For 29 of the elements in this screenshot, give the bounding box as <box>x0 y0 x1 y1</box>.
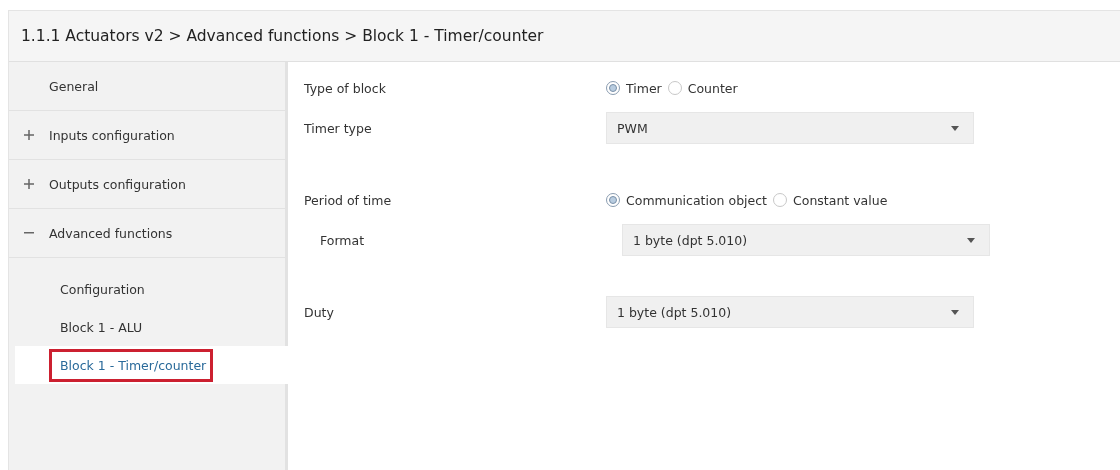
dropdown[interactable]: 1 byte (dpt 5.010) <box>622 224 990 256</box>
dropdown[interactable]: PWM <box>606 112 974 144</box>
sidebar-subitem[interactable]: Configuration <box>9 270 285 308</box>
radio-button[interactable] <box>667 81 682 95</box>
field-label: Timer type <box>304 120 373 136</box>
dropdown-caret-icon <box>967 237 975 243</box>
field-label: Format <box>319 232 366 248</box>
sidebar-item[interactable]: General <box>9 62 285 111</box>
field-label: Period of time <box>304 192 393 208</box>
radio-option[interactable]: Communication object <box>606 192 767 208</box>
breadcrumb: 1.1.1 Actuators v2 > Advanced functions > Block 1 - Timer/counter <box>21 27 544 45</box>
radio-button[interactable] <box>606 81 620 95</box>
dropdown-caret-icon <box>951 309 959 315</box>
radio-option[interactable]: Constant value <box>773 192 888 208</box>
radio-option[interactable]: Counter <box>667 80 738 96</box>
radio-option[interactable]: Timer <box>606 80 662 96</box>
radio-button[interactable] <box>606 193 620 207</box>
dropdown-caret-icon <box>951 125 959 131</box>
expand-icon[interactable] <box>24 130 34 140</box>
expand-icon[interactable] <box>24 179 34 189</box>
sidebar-subitem[interactable]: Block 1 - Timer/counter <box>15 346 288 384</box>
field-label: Duty <box>304 304 335 320</box>
sidebar-item[interactable]: Inputs configuration <box>9 111 285 160</box>
sidebar-item[interactable]: Outputs configuration <box>9 160 285 209</box>
sidebar-item[interactable]: Advanced functions <box>9 209 285 258</box>
dropdown[interactable]: 1 byte (dpt 5.010) <box>606 296 974 328</box>
sidebar-subitem[interactable]: Block 1 - ALU <box>9 308 285 346</box>
field-label: Type of block <box>304 80 387 96</box>
radio-button[interactable] <box>773 193 787 207</box>
